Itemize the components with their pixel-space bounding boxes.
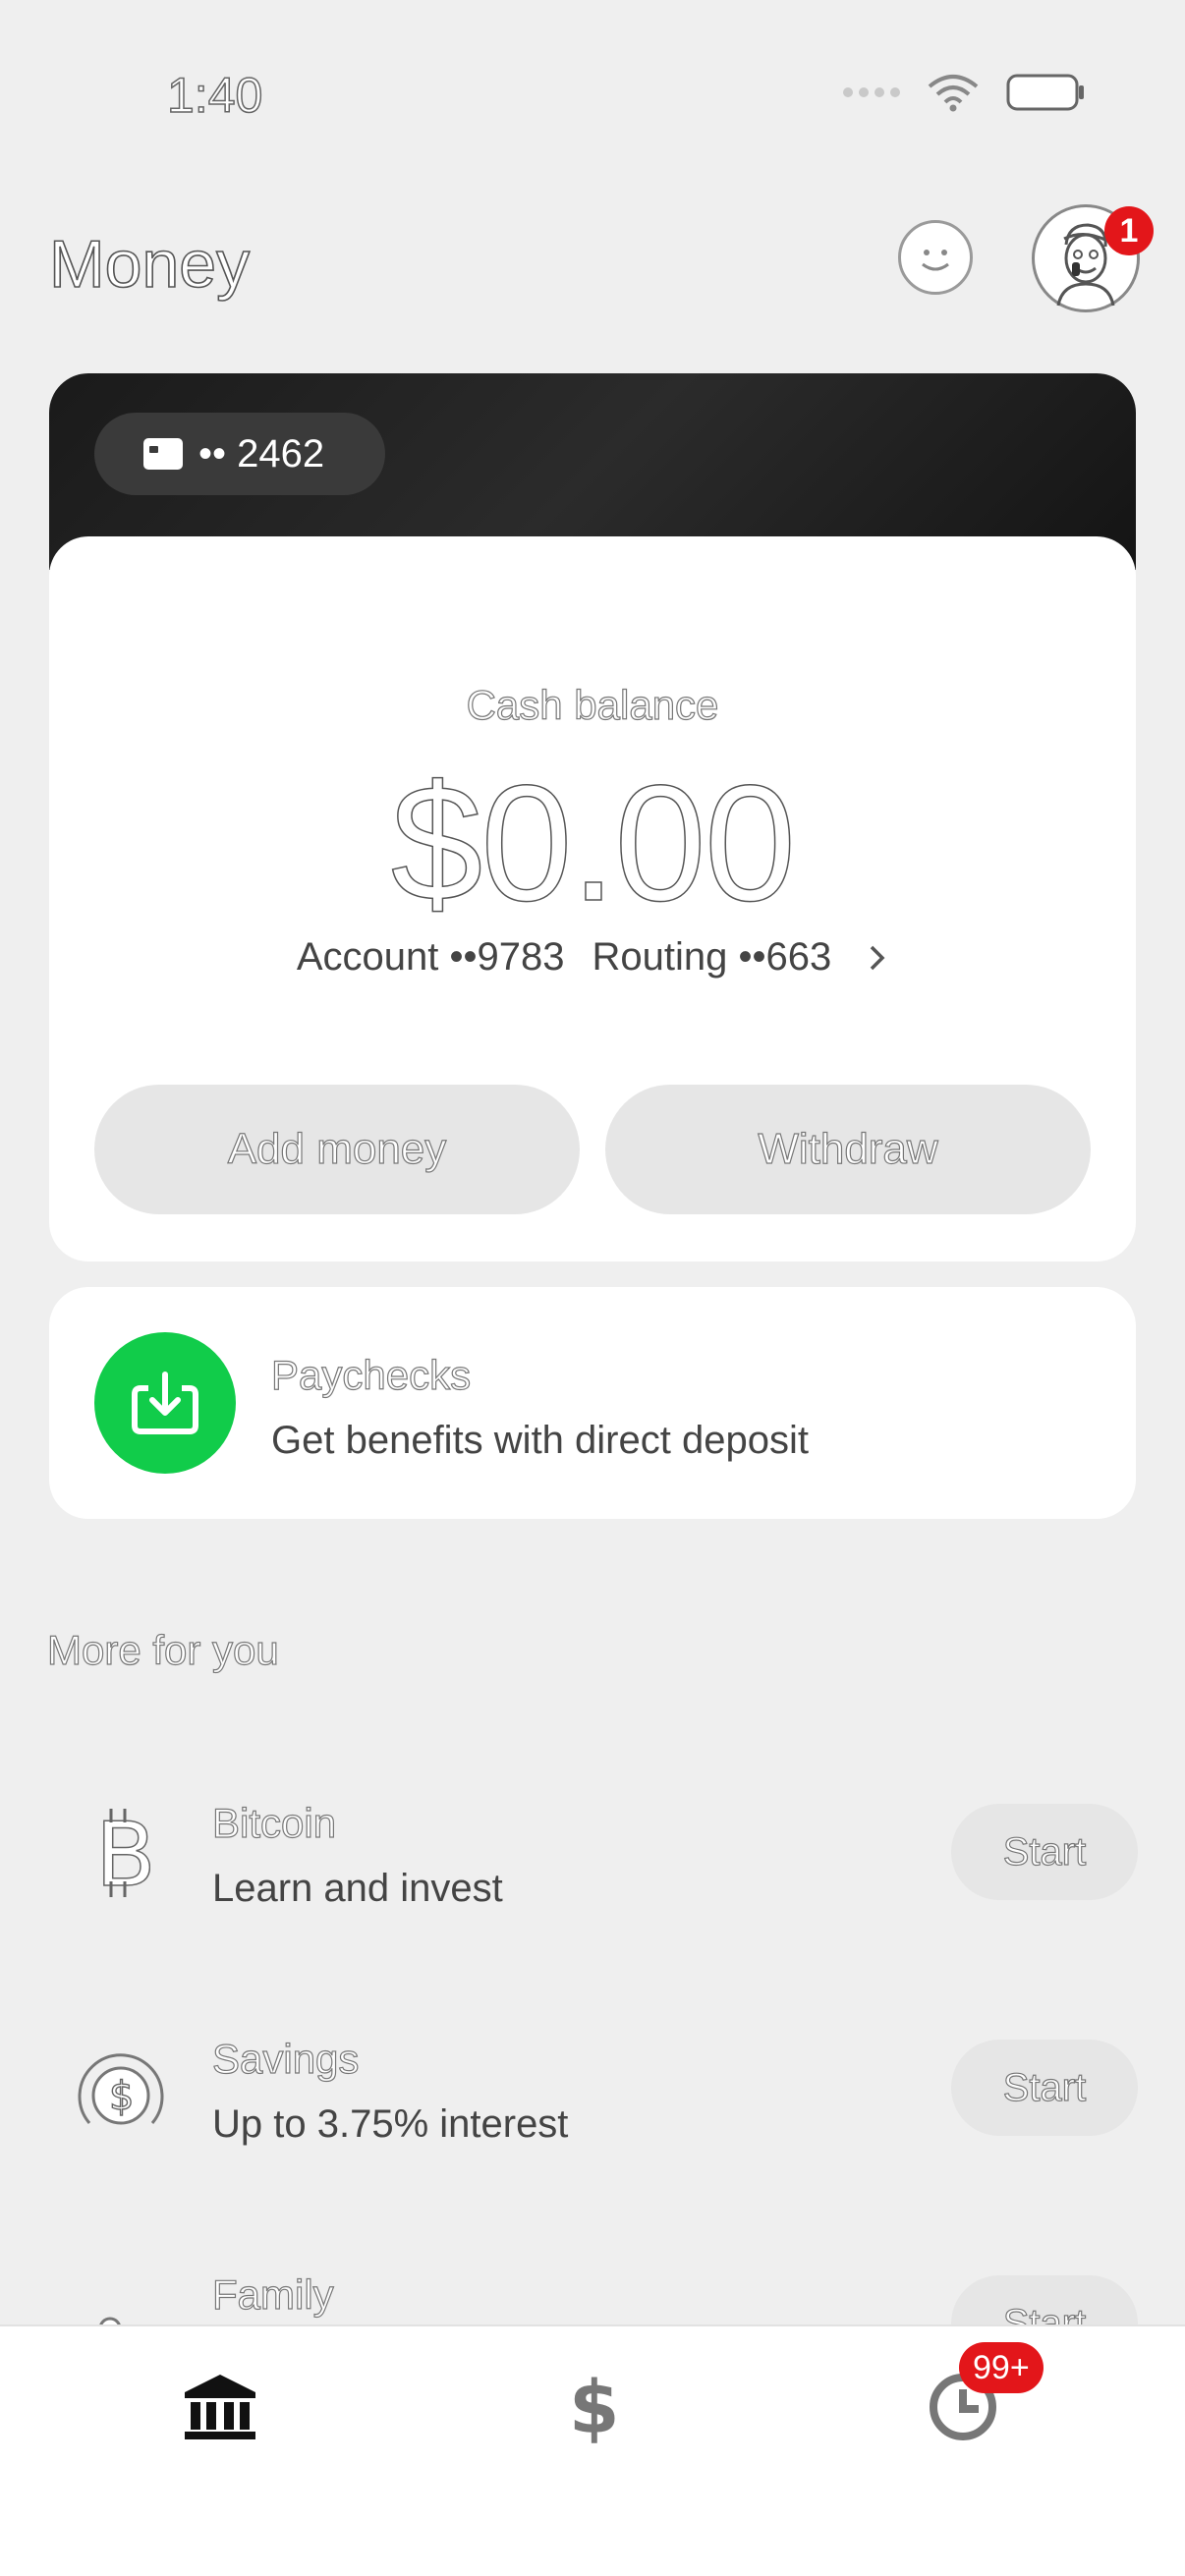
section-title: More for you bbox=[46, 1626, 279, 1673]
svg-text:$: $ bbox=[569, 2368, 620, 2446]
nav-cash[interactable]: $ bbox=[543, 2358, 642, 2456]
status-bar: 1:40 bbox=[0, 0, 1185, 187]
card-icon bbox=[143, 438, 183, 470]
offer-row-family[interactable]: Family Start bbox=[0, 2260, 1185, 2324]
notification-badge: 1 bbox=[1104, 206, 1154, 255]
balance-value: $0.00 bbox=[390, 750, 797, 936]
offer-row-savings[interactable]: $ Savings Up to 3.75% interest Start bbox=[0, 2024, 1185, 2161]
nav-banking[interactable] bbox=[171, 2358, 269, 2456]
start-button-family[interactable]: Start bbox=[951, 2275, 1138, 2324]
offer-subtitle: Up to 3.75% interest bbox=[212, 2102, 569, 2146]
routing-number: Routing ••663 bbox=[592, 935, 832, 979]
activity-badge: 99+ bbox=[959, 2342, 1044, 2393]
wifi-icon bbox=[928, 75, 979, 112]
bank-icon bbox=[185, 2375, 255, 2439]
smiley-button[interactable] bbox=[898, 220, 973, 295]
svg-text:$: $ bbox=[109, 2074, 134, 2119]
paychecks-title: Paychecks bbox=[270, 1351, 472, 1398]
dollar-icon: $ bbox=[569, 2368, 620, 2446]
offer-title: Family bbox=[211, 2270, 334, 2318]
signal-icon bbox=[843, 87, 900, 97]
smiley-icon bbox=[922, 250, 949, 271]
status-time: 1:40 bbox=[166, 67, 263, 124]
account-routing-row[interactable]: Account ••9783 Routing ••663 bbox=[0, 935, 1185, 980]
bitcoin-icon: B bbox=[67, 1798, 175, 1906]
paychecks-icon-circle bbox=[94, 1332, 236, 1474]
offer-title: Bitcoin bbox=[211, 1799, 337, 1846]
account-number: Account ••9783 bbox=[296, 935, 565, 979]
chevron-right-icon bbox=[870, 945, 885, 970]
svg-text:B: B bbox=[95, 1804, 150, 1901]
offer-title: Savings bbox=[211, 2035, 360, 2082]
paychecks-subtitle: Get benefits with direct deposit bbox=[271, 1419, 809, 1462]
add-money-button[interactable]: Add money bbox=[94, 1085, 580, 1214]
offer-row-bitcoin[interactable]: B Bitcoin Learn and invest Start bbox=[0, 1788, 1185, 1926]
start-button-savings[interactable]: Start bbox=[951, 2040, 1138, 2136]
balance-label: Cash balance bbox=[466, 681, 719, 728]
withdraw-button[interactable]: Withdraw bbox=[605, 1085, 1091, 1214]
card-number: •• 2462 bbox=[198, 431, 325, 476]
offer-subtitle: Learn and invest bbox=[212, 1867, 503, 1910]
deposit-icon bbox=[132, 1372, 198, 1434]
savings-icon: $ bbox=[67, 2040, 175, 2148]
card-chip[interactable]: •• 2462 bbox=[94, 413, 385, 495]
page-title: Money bbox=[48, 226, 251, 303]
family-icon bbox=[67, 2289, 175, 2324]
start-button-bitcoin[interactable]: Start bbox=[951, 1804, 1138, 1900]
battery-icon bbox=[1006, 74, 1084, 111]
header: Money bbox=[0, 196, 1185, 324]
status-icons bbox=[843, 73, 1087, 112]
